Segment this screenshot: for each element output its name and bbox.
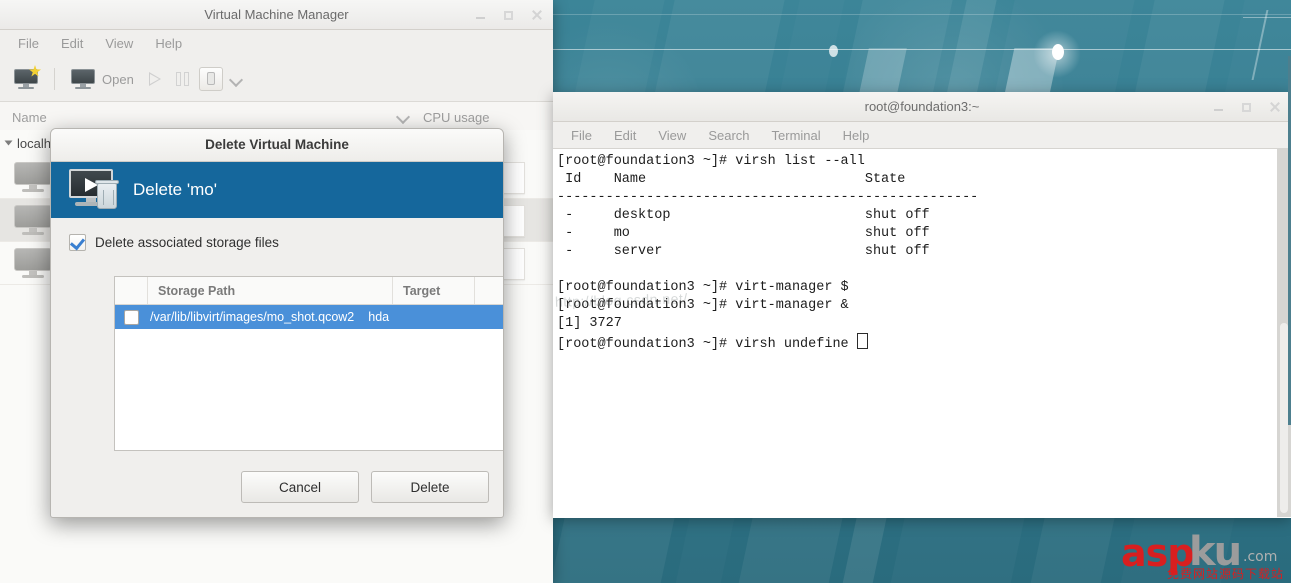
minimize-icon[interactable]	[473, 7, 489, 23]
minimize-icon[interactable]	[1211, 99, 1227, 115]
column-header-cpu-usage[interactable]: CPU usage	[423, 110, 553, 125]
vmm-title: Virtual Machine Manager	[204, 7, 349, 22]
menu-edit[interactable]: Edit	[604, 125, 646, 146]
open-button-label: Open	[102, 71, 134, 87]
chevron-down-icon[interactable]	[395, 109, 411, 125]
table-header-row: Storage Path Target	[115, 277, 503, 305]
menu-help[interactable]: Help	[145, 33, 192, 54]
shutdown-icon[interactable]	[198, 67, 223, 91]
delete-vm-icon	[65, 169, 119, 211]
close-icon[interactable]	[529, 7, 545, 23]
dialog-banner: Delete 'mo'	[51, 162, 503, 218]
column-header-name[interactable]: Name	[0, 110, 395, 125]
terminal-title: root@foundation3:~	[864, 99, 980, 114]
terminal-output-text: [root@foundation3 ~]# virsh list --all I…	[557, 154, 979, 352]
terminal-window: root@foundation3:~ File Edit View Search…	[553, 92, 1291, 518]
row-target: hda	[368, 310, 390, 324]
maximize-icon[interactable]	[501, 7, 517, 23]
terminal-window-controls	[1211, 92, 1283, 121]
pause-icon	[175, 72, 189, 86]
menu-file[interactable]: File	[561, 125, 602, 146]
row-checkbox[interactable]	[124, 309, 139, 325]
run-button[interactable]	[144, 69, 166, 90]
table-header-target[interactable]: Target	[393, 277, 475, 304]
delete-button[interactable]: Delete	[371, 471, 489, 503]
vm-monitor-icon	[14, 248, 52, 278]
menu-help[interactable]: Help	[833, 125, 880, 146]
vmm-toolbar: Open	[0, 57, 553, 102]
terminal-screen[interactable]: http://blog.csdn.net/ [root@foundation3 …	[553, 148, 1291, 518]
table-header-spacer	[475, 277, 503, 304]
new-vm-button[interactable]	[10, 65, 42, 92]
vmm-menubar: File Edit View Help	[0, 30, 553, 57]
terminal-titlebar: root@foundation3:~	[553, 92, 1291, 122]
maximize-icon[interactable]	[1239, 99, 1255, 115]
menu-file[interactable]: File	[8, 33, 49, 54]
close-icon[interactable]	[1267, 99, 1283, 115]
terminal-output: [root@foundation3 ~]# virsh list --all I…	[557, 153, 1269, 354]
row-storage-path: /var/lib/libvirt/images/mo_shot.qcow2	[150, 310, 355, 324]
vmm-window-controls	[473, 0, 545, 29]
vm-monitor-icon	[14, 205, 52, 235]
menu-edit[interactable]: Edit	[51, 33, 93, 54]
terminal-menubar: File Edit View Search Terminal Help	[553, 122, 1291, 149]
desktop-dot-right	[1052, 44, 1064, 60]
delete-storage-checkbox[interactable]	[69, 234, 86, 251]
delete-storage-checkbox-label: Delete associated storage files	[95, 235, 279, 250]
chevron-down-icon[interactable]	[229, 72, 243, 86]
delete-storage-checkbox-row[interactable]: Delete associated storage files	[51, 218, 503, 251]
pause-button[interactable]	[172, 69, 193, 89]
open-button[interactable]: Open	[67, 66, 138, 92]
vm-monitor-icon	[14, 162, 52, 192]
cancel-button[interactable]: Cancel	[241, 471, 359, 503]
toolbar-separator	[54, 68, 55, 90]
table-header-storage-path[interactable]: Storage Path	[148, 277, 393, 304]
storage-path-table: Storage Path Target /var/lib/libvirt/ima…	[114, 276, 503, 451]
terminal-cursor	[856, 333, 868, 349]
monitor-icon	[71, 69, 95, 89]
vmm-titlebar: Virtual Machine Manager	[0, 0, 553, 30]
table-header-checkbox	[115, 277, 148, 304]
table-row[interactable]: /var/lib/libvirt/images/mo_shot.qcow2 hd…	[115, 305, 503, 329]
chevron-down-icon[interactable]	[4, 140, 13, 146]
menu-terminal[interactable]: Terminal	[762, 125, 831, 146]
delete-virtual-machine-dialog: Delete Virtual Machine Delete 'mo' Delet…	[50, 128, 504, 518]
new-vm-icon	[14, 65, 41, 89]
dialog-button-bar: Cancel Delete	[241, 471, 489, 503]
dialog-title: Delete Virtual Machine	[51, 129, 503, 162]
desktop-dot-left	[829, 45, 838, 57]
menu-search[interactable]: Search	[698, 125, 759, 146]
row-checkbox-cell	[115, 309, 148, 325]
menu-view[interactable]: View	[95, 33, 143, 54]
menu-view[interactable]: View	[648, 125, 696, 146]
play-icon	[148, 71, 162, 87]
dialog-banner-text: Delete 'mo'	[133, 180, 217, 199]
terminal-scrollbar-thumb[interactable]	[1280, 323, 1288, 513]
